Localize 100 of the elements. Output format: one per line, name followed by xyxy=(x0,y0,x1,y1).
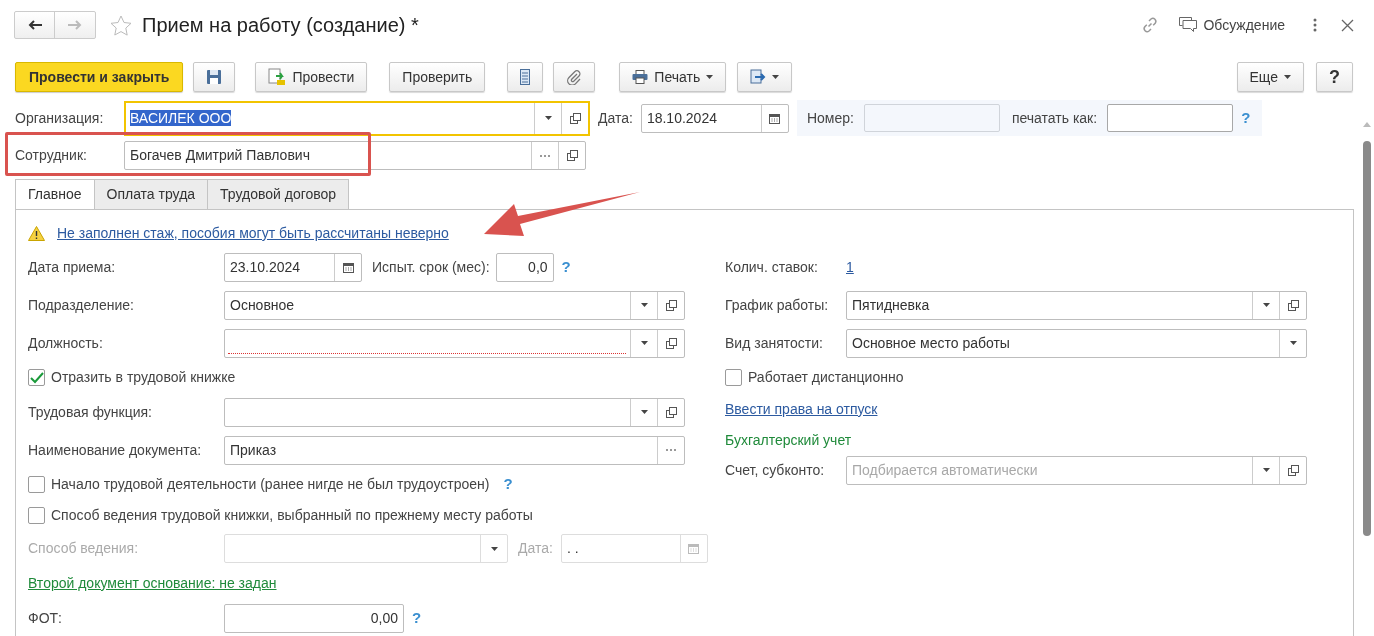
section-heading: Бухгалтерский учет xyxy=(725,431,852,450)
select-field[interactable]: Основное xyxy=(224,290,685,320)
warning-link[interactable]: Не заполнен стаж, пособия могут быть рассчитаны неверно xyxy=(57,222,449,244)
caret-icon xyxy=(772,75,780,79)
open-icon xyxy=(665,337,677,349)
chat-icon xyxy=(1179,17,1198,33)
field-label: Испыт. срок (мес): xyxy=(372,257,490,277)
amount-field[interactable]: 0,00 xyxy=(224,603,404,633)
ellipsis-icon xyxy=(540,154,550,157)
paperclip-icon xyxy=(566,69,583,85)
help-link[interactable]: ? xyxy=(412,606,422,630)
caret-icon xyxy=(706,75,714,79)
star-icon[interactable] xyxy=(110,14,132,36)
back-arrow-icon xyxy=(27,20,42,30)
field-label: Дата приема: xyxy=(28,257,117,277)
open-icon xyxy=(569,112,581,124)
select-field[interactable]: Пятидневка xyxy=(846,290,1307,320)
select-field[interactable] xyxy=(224,397,685,427)
choice-field[interactable]: Приказ xyxy=(224,435,685,465)
field-label: Способ ведения: xyxy=(28,539,140,558)
document-arrow-icon xyxy=(750,69,767,85)
save-button[interactable] xyxy=(193,62,236,92)
checkbox[interactable] xyxy=(28,476,45,493)
more-button[interactable]: Еще xyxy=(1236,62,1304,92)
select-field[interactable]: Основное место работы xyxy=(846,328,1307,358)
caret-icon xyxy=(544,116,552,121)
open-icon xyxy=(1287,299,1299,311)
organization-field[interactable]: ВАСИЛЕК ООО xyxy=(124,100,590,136)
tab[interactable]: Оплата труда xyxy=(94,179,209,210)
checkbox-label: Начало трудовой деятельности (ранее нигде не был трудоустроен) xyxy=(51,475,490,494)
attach-button[interactable] xyxy=(553,62,596,92)
post-document-icon xyxy=(268,68,287,86)
select-field[interactable] xyxy=(224,534,508,563)
field-label: График работы: xyxy=(725,295,830,315)
calendar-icon xyxy=(342,261,354,273)
field-label: Счет, субконто: xyxy=(725,460,826,480)
caret-icon xyxy=(490,546,498,551)
select-field[interactable] xyxy=(224,328,685,358)
discussion-button[interactable]: Обсуждение xyxy=(1179,14,1285,36)
open-icon xyxy=(566,150,578,162)
link-icon[interactable] xyxy=(1141,16,1160,34)
field-label: Подразделение: xyxy=(28,295,135,315)
open-icon xyxy=(665,299,677,311)
field-label: Колич. ставок: xyxy=(725,257,819,277)
checkbox-label: Способ ведения трудовой книжки, выбранный по прежнему месту работы xyxy=(51,506,533,525)
close-icon[interactable] xyxy=(1341,18,1354,32)
caret-icon xyxy=(640,303,648,307)
field-label: Сотрудник: xyxy=(14,146,88,166)
checkbox-label: Работает дистанционно xyxy=(748,368,904,387)
print-button[interactable]: Печать xyxy=(619,62,727,92)
register-button[interactable] xyxy=(507,62,544,92)
field-label: Вид занятости: xyxy=(725,333,824,353)
field-label: Дата: xyxy=(598,108,633,128)
caret-icon xyxy=(1289,341,1297,345)
trial-field[interactable]: 0,0 xyxy=(495,252,554,282)
help-link[interactable]: ? xyxy=(561,255,571,279)
post-and-close-button[interactable]: Провести и закрыть xyxy=(15,62,184,92)
print-as-field[interactable] xyxy=(1107,104,1234,133)
field-label: печатать как: xyxy=(1011,108,1098,128)
checkbox[interactable] xyxy=(28,369,45,386)
caret-icon xyxy=(1262,303,1270,307)
checkbox[interactable] xyxy=(725,369,742,386)
checkbox[interactable] xyxy=(28,507,45,524)
basis-link[interactable]: Второй документ основание: не задан xyxy=(28,572,277,594)
caret-icon xyxy=(1284,75,1291,79)
field-label: Наименование документа: xyxy=(28,440,203,460)
check-button[interactable]: Проверить xyxy=(389,62,486,92)
tab[interactable]: Главное xyxy=(15,179,95,210)
post-button[interactable]: Провести xyxy=(255,62,368,92)
more-icon[interactable] xyxy=(1313,18,1317,32)
caret-icon xyxy=(640,410,648,414)
caret-icon xyxy=(640,341,648,345)
warning-icon xyxy=(28,225,45,241)
open-icon xyxy=(665,406,677,418)
field-label: Номер: xyxy=(806,108,854,128)
tab[interactable]: Трудовой договор xyxy=(208,179,350,210)
date-field[interactable]: 23.10.2024 xyxy=(224,252,362,282)
window-title: Прием на работу (создание) * xyxy=(142,13,419,38)
list-icon xyxy=(520,69,531,85)
date-field[interactable]: 18.10.2024 xyxy=(640,103,789,133)
help-link[interactable]: ? xyxy=(503,473,513,496)
printer-icon xyxy=(632,70,649,84)
date-field[interactable]: . . xyxy=(560,534,708,563)
open-icon xyxy=(1287,464,1299,476)
vacation-link[interactable]: Ввести права на отпуск xyxy=(725,398,878,420)
checkbox-label: Отразить в трудовой книжке xyxy=(51,368,236,387)
field-label: Трудовая функция: xyxy=(28,402,153,422)
calendar-icon xyxy=(688,543,700,554)
rate-count-link[interactable]: 1 xyxy=(846,256,854,278)
export-button[interactable] xyxy=(737,62,793,92)
calendar-icon xyxy=(769,112,781,124)
field-label: ФОТ: xyxy=(28,608,63,628)
field-label: Должность: xyxy=(28,333,104,353)
caret-icon xyxy=(1262,468,1270,472)
employee-field[interactable]: Богачев Дмитрий Павлович xyxy=(124,141,586,171)
help-button[interactable]: ? xyxy=(1316,62,1353,92)
field-label: Дата: xyxy=(518,539,553,558)
field-label: Организация: xyxy=(14,108,105,128)
forward-arrow-icon xyxy=(68,20,82,30)
scroll-up-icon[interactable] xyxy=(1363,122,1371,127)
